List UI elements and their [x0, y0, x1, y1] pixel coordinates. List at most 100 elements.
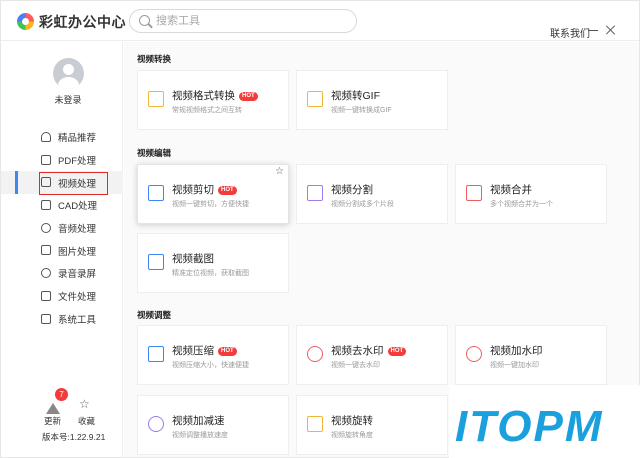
video-format-icon: [148, 91, 164, 107]
app-title: 彩虹办公中心: [39, 14, 126, 30]
add-watermark-icon: [466, 346, 482, 362]
card-title: 视频去水印 HOT: [331, 343, 407, 358]
itopm-watermark-text: ITOPM: [455, 402, 604, 451]
card-title: 视频压缩 HOT: [172, 343, 237, 358]
card-desc: 视频一键去水印: [331, 362, 380, 369]
sidebar-item-cad[interactable]: CAD处理: [1, 194, 123, 217]
card-video-format-convert[interactable]: 视频格式转换 HOT 常规视频格式之间互转: [137, 70, 289, 130]
sidebar-item-file[interactable]: 文件处理: [1, 285, 123, 308]
card-desc: 视频一键转换成GIF: [331, 107, 392, 114]
hot-badge: HOT: [239, 92, 258, 101]
sidebar-item-label: CAD处理: [58, 201, 98, 213]
sidebar-item-label: 文件处理: [58, 292, 97, 304]
speed-icon: [148, 416, 164, 432]
favorites-button[interactable]: 收藏: [78, 415, 95, 427]
avatar[interactable]: [53, 58, 84, 89]
thumb-up-icon: [41, 132, 51, 142]
favorite-star-icon[interactable]: ☆: [275, 166, 284, 177]
rotate-icon: [307, 416, 323, 432]
search-input[interactable]: [156, 13, 346, 29]
search-box[interactable]: [129, 9, 357, 33]
card-title: 视频合并: [490, 184, 532, 196]
avatar-head-shape: [63, 64, 74, 75]
card-add-watermark[interactable]: 视频加水印 视频一键加水印: [455, 325, 607, 385]
sidebar-item-label: PDF处理: [58, 156, 97, 168]
card-video-speed[interactable]: 视频加减速 视频调整播放速度: [137, 395, 289, 455]
card-title: 视频旋转: [331, 415, 373, 427]
minimize-icon[interactable]: [588, 30, 598, 31]
card-title: 视频转GIF: [331, 90, 380, 102]
update-arrow-shape: [46, 403, 60, 414]
update-icon[interactable]: [46, 403, 60, 415]
update-count-badge: 7: [55, 388, 68, 401]
sidebar-item-label: 音频处理: [58, 224, 97, 236]
section-title-adjust: 视频调整: [137, 310, 172, 320]
card-title-text: 视频压缩: [172, 345, 214, 357]
user-login-status[interactable]: 未登录: [1, 93, 135, 106]
sidebar-item-system[interactable]: 系统工具: [1, 308, 123, 331]
card-video-cut[interactable]: 视频剪切 HOT 视频一键剪切，方便快捷 ☆: [137, 164, 289, 224]
system-icon: [41, 313, 51, 324]
card-video-screenshot[interactable]: 视频截图 精准定位视频，获取截图: [137, 233, 289, 293]
sidebar-item-image[interactable]: 图片处理: [1, 239, 123, 262]
split-icon: [307, 185, 323, 201]
hot-badge: HOT: [218, 186, 237, 195]
itopm-watermark-logo: ITOPM: [455, 402, 604, 451]
close-icon[interactable]: [605, 24, 617, 36]
card-remove-watermark[interactable]: 视频去水印 HOT 视频一键去水印: [296, 325, 448, 385]
image-icon: [41, 245, 51, 256]
card-desc: 视频一键剪切，方便快捷: [172, 201, 249, 208]
card-desc: 视频旋转角度: [331, 432, 373, 439]
remove-watermark-icon: [307, 346, 323, 362]
music-icon: [41, 222, 51, 233]
cad-icon: [41, 200, 51, 211]
sidebar-item-recommended[interactable]: 精品推荐: [1, 126, 123, 149]
star-icon[interactable]: ☆: [79, 397, 90, 411]
title-bar: 彩虹办公中心 联系我们: [1, 1, 639, 41]
sidebar: 未登录 精品推荐 PDF处理 视频处理 CAD处理 音频处理 图片处理 录音录屏…: [1, 42, 123, 457]
sidebar-item-record[interactable]: 录音录屏: [1, 262, 123, 285]
sidebar-item-pdf[interactable]: PDF处理: [1, 149, 123, 172]
gif-icon: [307, 91, 323, 107]
sidebar-nav: 精品推荐 PDF处理 视频处理 CAD处理 音频处理 图片处理 录音录屏 文件处…: [1, 126, 123, 330]
card-title-text: 视频去水印: [331, 345, 384, 357]
record-icon: [41, 268, 51, 279]
card-desc: 视频分割成多个片段: [331, 201, 394, 208]
card-title: 视频分割: [331, 184, 373, 196]
card-video-merge[interactable]: 视频合并 多个视频合并为一个: [455, 164, 607, 224]
card-title-text: 视频剪切: [172, 184, 214, 196]
card-title: 视频加水印: [490, 345, 543, 357]
card-desc: 视频调整播放速度: [172, 432, 228, 439]
sidebar-item-label: 图片处理: [58, 246, 97, 258]
app-window: 彩虹办公中心 联系我们 未登录 精品推荐 PDF处理 视频处理: [0, 0, 640, 458]
card-title: 视频格式转换 HOT: [172, 88, 258, 103]
card-title: 视频截图: [172, 253, 214, 265]
highlight-frame: [39, 172, 108, 195]
itopm-watermark: ITOPM: [449, 385, 640, 458]
card-video-split[interactable]: 视频分割 视频分割成多个片段: [296, 164, 448, 224]
update-button[interactable]: 更新: [44, 415, 61, 427]
screenshot-icon: [148, 254, 164, 270]
folder-icon: [41, 290, 51, 301]
sidebar-item-label: 精品推荐: [58, 133, 97, 145]
scissors-icon: [148, 185, 164, 201]
search-icon: [139, 15, 150, 26]
sidebar-item-audio[interactable]: 音频处理: [1, 217, 123, 240]
card-title-text: 视频格式转换: [172, 90, 235, 102]
pdf-icon: [41, 154, 51, 165]
section-title-convert: 视频转换: [137, 54, 172, 64]
sidebar-item-label: 录音录屏: [58, 269, 97, 281]
hot-badge: HOT: [218, 347, 237, 356]
contact-us-link[interactable]: 联系我们: [550, 25, 590, 40]
card-video-compress[interactable]: 视频压缩 HOT 视频压缩大小，快速便捷: [137, 325, 289, 385]
card-video-rotate[interactable]: 视频旋转 视频旋转角度: [296, 395, 448, 455]
card-desc: 常规视频格式之间互转: [172, 107, 242, 114]
card-video-to-gif[interactable]: 视频转GIF 视频一键转换成GIF: [296, 70, 448, 130]
card-desc: 精准定位视频，获取截图: [172, 270, 249, 277]
sidebar-item-label: 系统工具: [58, 314, 97, 326]
card-title: 视频加减速: [172, 415, 225, 427]
compress-icon: [148, 346, 164, 362]
hot-badge: HOT: [387, 347, 407, 356]
card-desc: 视频压缩大小，快速便捷: [172, 362, 249, 369]
card-desc: 多个视频合并为一个: [490, 201, 553, 208]
